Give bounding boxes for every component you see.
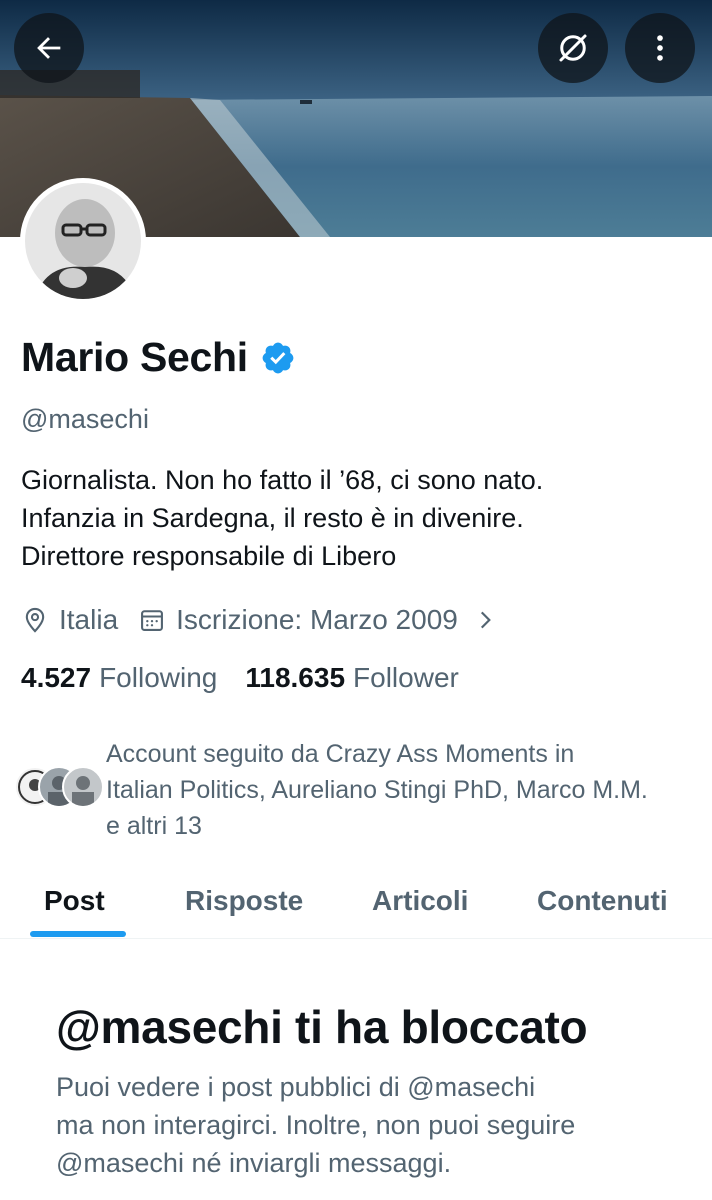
profile-bio: Giornalista. Non ho fatto il ’68, ci son… xyxy=(21,461,701,575)
following-count: 4.527 xyxy=(21,662,92,693)
hide-circle-icon xyxy=(559,34,587,62)
followers-you-know[interactable]: Account seguito da Crazy Ass Moments in … xyxy=(14,736,712,844)
back-button[interactable] xyxy=(14,13,84,83)
blocked-notice: @masechi ti ha bloccato Puoi vedere i po… xyxy=(56,1000,696,1182)
profile-stats: 4.527 Following 118.635 Follower xyxy=(21,662,487,694)
follower-label: Follower xyxy=(353,662,459,693)
following-link[interactable]: 4.527 Following xyxy=(21,662,217,694)
chevron-right-icon xyxy=(480,611,491,629)
blocked-text-line: ma non interagirci. Inoltre, non puoi se… xyxy=(56,1110,576,1140)
verified-badge-icon[interactable] xyxy=(260,340,296,376)
more-vertical-icon xyxy=(657,35,663,61)
follower-count: 118.635 xyxy=(245,662,346,693)
join-date-text: Iscrizione: Marzo 2009 xyxy=(176,604,458,635)
more-options-button[interactable] xyxy=(625,13,695,83)
profile-handle: @masechi xyxy=(21,404,149,434)
tab-post[interactable]: Post xyxy=(44,885,105,917)
location-pin-icon xyxy=(25,607,45,633)
mutual-avatars xyxy=(14,766,106,816)
hide-button[interactable] xyxy=(538,13,608,83)
followed-by-line: Account seguito da Crazy Ass Moments in xyxy=(106,740,575,768)
join-date[interactable]: Iscrizione: Marzo 2009 xyxy=(138,604,508,636)
active-tab-indicator xyxy=(30,931,126,937)
followers-link[interactable]: 118.635 Follower xyxy=(245,662,458,694)
profile-name: Mario Sechi xyxy=(21,334,248,380)
bio-line: Giornalista. Non ho fatto il ’68, ci son… xyxy=(21,465,544,495)
blocked-title: @masechi ti ha bloccato xyxy=(56,1001,588,1053)
followed-by-line: e altri 13 xyxy=(106,812,202,840)
followed-by-text: Account seguito da Crazy Ass Moments in … xyxy=(106,736,712,844)
followed-by-line: Italian Politics, Aureliano Stingi PhD, … xyxy=(106,776,648,804)
profile-avatar[interactable] xyxy=(20,178,146,304)
location-text: Italia xyxy=(59,604,119,635)
profile-meta: Italia Iscrizione: Marzo 2009 xyxy=(21,604,508,636)
mutual-avatar xyxy=(62,766,104,808)
following-label: Following xyxy=(99,662,218,693)
tab-risposte[interactable]: Risposte xyxy=(185,885,303,917)
blocked-text-line: Puoi vedere i post pubblici di @masechi xyxy=(56,1072,536,1102)
calendar-icon xyxy=(141,610,164,631)
location: Italia xyxy=(21,604,118,636)
bio-line: Direttore responsabile di Libero xyxy=(21,541,397,571)
profile-photo xyxy=(25,183,141,299)
blocked-text-line: @masechi né inviargli messaggi. xyxy=(56,1148,452,1178)
blocked-text: Puoi vedere i post pubblici di @masechi … xyxy=(56,1068,696,1182)
profile-tabs: Post Risposte Articoli Contenuti xyxy=(0,862,712,939)
tab-contenuti[interactable]: Contenuti xyxy=(537,885,668,917)
arrow-left-icon xyxy=(37,37,61,59)
tab-articoli[interactable]: Articoli xyxy=(372,885,468,917)
bio-line: Infanzia in Sardegna, il resto è in dive… xyxy=(21,503,524,533)
